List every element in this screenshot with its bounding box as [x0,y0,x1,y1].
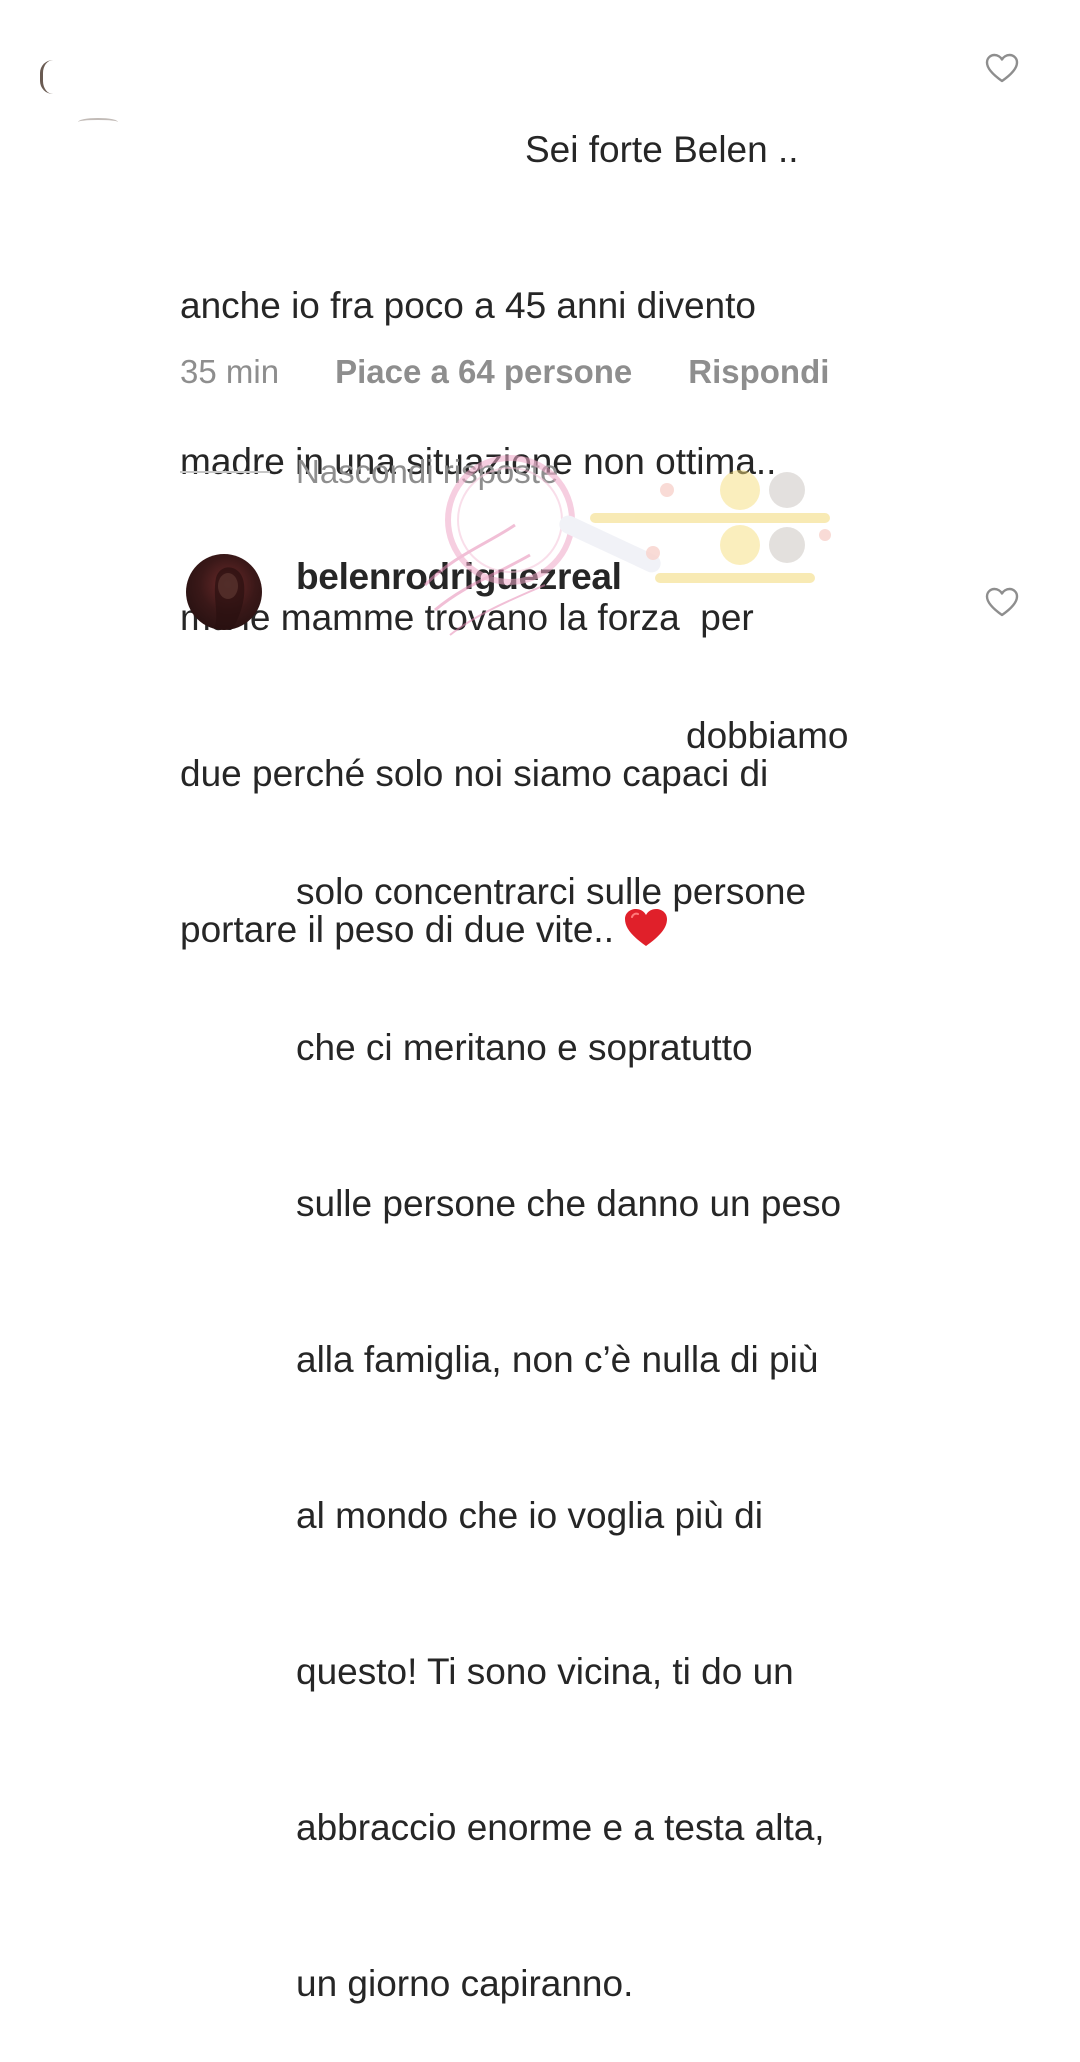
comment-meta-row: 35 min Piace a 64 persone Rispondi [180,350,829,394]
heart-outline-icon[interactable] [985,53,1019,83]
reply-line: un giorno capiranno. [296,1963,634,2004]
watermark-stamp-icon [423,455,831,636]
comment-timestamp: 35 min [180,353,280,390]
reply-line: abbraccio enorme e a testa alta, [296,1807,825,1848]
reply-line: al mondo che io voglia più di [296,1495,763,1536]
reply-line: dobbiamo [686,715,849,756]
reply-line: alla famiglia, non c’è nulla di più [296,1339,819,1380]
reply-line: solo concentrarci sulle persone [296,871,807,912]
reply-line: che ci meritano e sopratutto [296,1027,753,1068]
reply-line: questo! Ti sono vicina, ti do un [296,1651,794,1692]
avatar[interactable] [186,554,262,630]
avatar-photo-icon [214,567,245,630]
commenter-avatar-partial[interactable] [40,60,53,94]
reply-button[interactable]: Rispondi [688,353,829,391]
comment-line: Sei forte Belen .. [525,129,799,170]
commenter-avatar-shadow [78,118,118,126]
reply-text: dobbiamo solo concentrarci sulle persone… [296,606,976,2062]
likes-count-link[interactable]: Piace a 64 persone [335,353,632,391]
reply-line: sulle persone che danno un peso [296,1183,842,1224]
replies-divider [180,471,270,473]
heart-outline-icon[interactable] [985,587,1019,617]
comment-line: anche io fra poco a 45 anni divento [180,285,756,326]
